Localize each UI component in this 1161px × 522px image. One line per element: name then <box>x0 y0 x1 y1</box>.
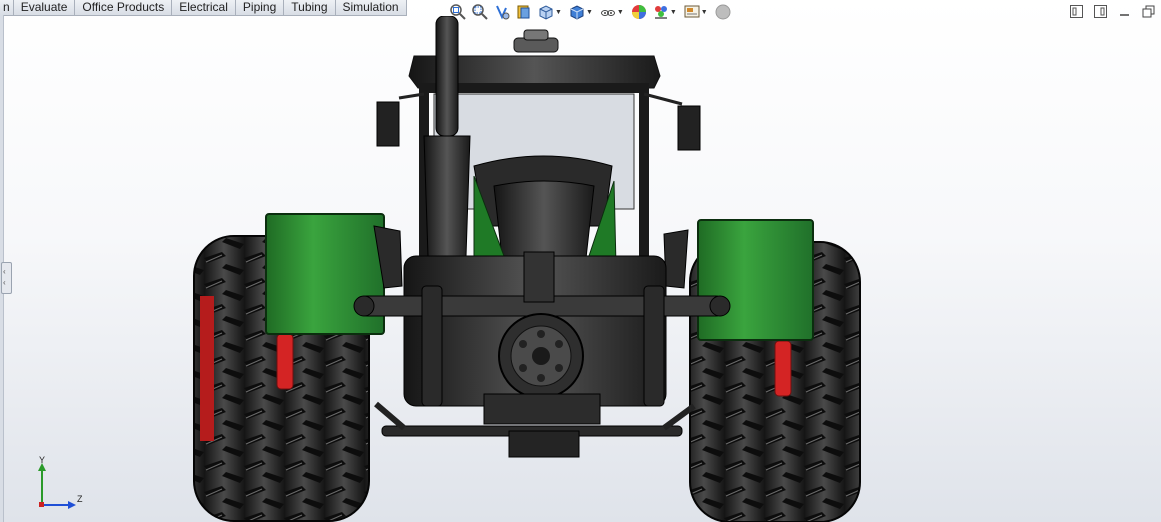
tab-evaluate[interactable]: Evaluate <box>13 0 76 15</box>
tab-office-products[interactable]: Office Products <box>75 0 173 15</box>
view-settings-dropdown-icon[interactable]: ▼ <box>701 9 708 16</box>
reference-triad: Y Z <box>30 455 90 515</box>
z-axis-label: Z <box>77 494 83 504</box>
graphics-area[interactable] <box>4 16 1161 522</box>
command-manager-tabs: n Evaluate Office Products Electrical Pi… <box>0 0 407 16</box>
hide-show-dropdown-icon[interactable]: ▼ <box>617 9 624 16</box>
view-orientation-dropdown-icon[interactable]: ▼ <box>555 9 562 16</box>
display-style-dropdown-icon[interactable]: ▼ <box>586 9 593 16</box>
apply-scene-dropdown-icon[interactable]: ▼ <box>670 9 677 16</box>
tab-tubing[interactable]: Tubing <box>284 0 336 15</box>
tab-simulation[interactable]: Simulation <box>335 0 407 15</box>
tab-partial[interactable]: n <box>0 0 14 15</box>
tractor-model[interactable] <box>193 16 861 522</box>
y-axis-label: Y <box>39 455 45 465</box>
tab-piping[interactable]: Piping <box>235 0 285 15</box>
tab-electrical[interactable]: Electrical <box>172 0 236 15</box>
